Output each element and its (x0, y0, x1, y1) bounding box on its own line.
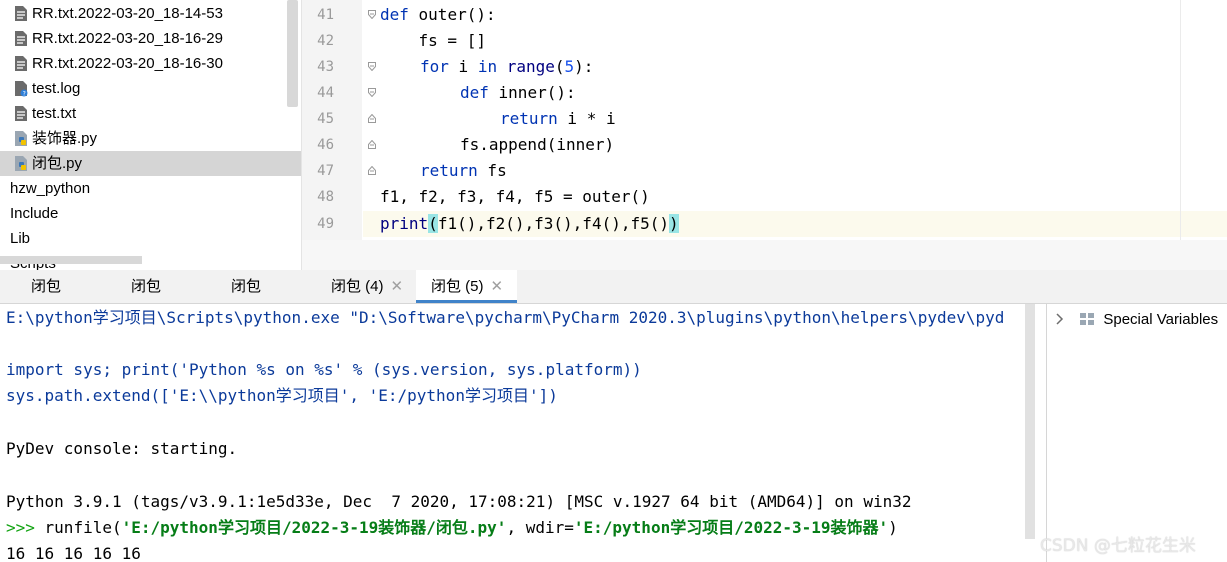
python-file-icon (15, 156, 27, 171)
tree-item-file-selected[interactable]: 闭包.py (0, 151, 301, 176)
matched-bracket: ( (428, 214, 438, 233)
matched-bracket: ) (669, 214, 679, 233)
variables-grid-icon (1080, 313, 1095, 325)
code-line[interactable]: fs = [] (380, 28, 486, 54)
tree-item-label: test.txt (32, 105, 77, 122)
tree-item-file[interactable]: RR.txt.2022-03-20_18-14-53 (0, 1, 301, 26)
tree-item-label: test.log (32, 80, 81, 97)
fold-close-icon[interactable] (368, 166, 376, 175)
tree-item-folder[interactable]: Include (0, 201, 301, 226)
chevron-right-icon[interactable] (1055, 313, 1065, 325)
tree-item-file[interactable]: RR.txt.2022-03-20_18-16-30 (0, 51, 301, 76)
variables-panel: Special Variables (1046, 304, 1227, 562)
tree-item-label: RR.txt.2022-03-20_18-16-30 (32, 55, 223, 72)
fold-open-icon[interactable] (368, 62, 376, 71)
line-number: 47 (317, 163, 334, 179)
tab-console-4[interactable]: 闭包 (4) ✕ (300, 270, 410, 303)
tree-item-file[interactable]: RR.txt.2022-03-20_18-16-29 (0, 26, 301, 51)
tree-item-label: RR.txt.2022-03-20_18-14-53 (32, 5, 223, 22)
fold-close-icon[interactable] (368, 140, 376, 149)
close-icon[interactable]: ✕ (491, 278, 504, 295)
watermark: CSDN @七粒花生米 (1040, 536, 1196, 556)
code-editor[interactable]: 41 42 43 44 45 46 47 48 49 def outer(): … (301, 0, 1227, 270)
console-line: PyDev console: starting. (6, 439, 238, 458)
log-file-icon: ? (15, 81, 28, 98)
text-file-icon (15, 6, 27, 21)
console-line: Python 3.9.1 (tags/v3.9.1:1e5d33e, Dec 7… (6, 492, 912, 511)
tree-item-folder[interactable]: Lib (0, 226, 301, 251)
tab-console-5-active[interactable]: 闭包 (5) ✕ (416, 270, 517, 303)
console-line: import sys; print('Python %s on %s' % (s… (6, 360, 642, 379)
tree-item-label: Lib (10, 230, 31, 247)
tree-item-folder[interactable]: hzw_python (0, 176, 301, 201)
close-icon[interactable]: ✕ (391, 278, 404, 295)
fold-close-icon[interactable] (368, 114, 376, 123)
code-line[interactable]: def outer(): (380, 2, 496, 28)
tree-horizontal-scrollbar[interactable] (0, 256, 142, 264)
fold-open-icon[interactable] (368, 10, 376, 19)
line-number: 48 (317, 189, 334, 205)
code-line[interactable]: fs.append(inner) (460, 132, 614, 158)
code-line-current[interactable]: print(f1(),f2(),f3(),f4(),f5()) (380, 211, 679, 237)
code-line[interactable]: def inner(): (460, 80, 576, 106)
text-file-icon (15, 31, 27, 46)
text-file-icon (15, 56, 27, 71)
python-file-icon (15, 131, 27, 146)
tree-item-label: 闭包.py (32, 155, 83, 172)
line-number: 46 (317, 137, 334, 153)
console-input-line[interactable]: >>> runfile('E:/python学习项目/2022-3-19装饰器/… (6, 515, 898, 541)
python-console[interactable]: E:\python学习项目\Scripts\python.exe "D:\Sof… (0, 304, 1035, 562)
tree-item-file[interactable]: test.txt (0, 101, 301, 126)
code-line[interactable]: for i in range(5): (420, 54, 593, 80)
code-line[interactable]: return i * i (500, 106, 616, 132)
editor-empty-area (302, 240, 1227, 270)
tab-label: 闭包 (4) (331, 278, 384, 295)
console-prompt: >>> (6, 518, 35, 537)
tree-item-label: RR.txt.2022-03-20_18-16-29 (32, 30, 223, 47)
svg-text:?: ? (23, 91, 26, 98)
code-line[interactable]: return fs (420, 158, 507, 184)
console-line: E:\python学习项目\Scripts\python.exe "D:\Sof… (6, 308, 1005, 327)
tree-item-file[interactable]: 装饰器.py (0, 126, 301, 151)
tab-console-3[interactable]: 闭包 (3)✕ (200, 270, 303, 329)
line-number: 49 (317, 216, 334, 232)
console-scrollbar[interactable] (1025, 304, 1035, 539)
tree-vertical-scrollbar[interactable] (287, 0, 298, 107)
line-number: 44 (317, 85, 334, 101)
tab-label: 闭包 (5) (431, 278, 484, 295)
text-file-icon (15, 106, 27, 121)
tree-item-label: Include (10, 205, 59, 222)
tree-item-file[interactable]: ? test.log (0, 76, 301, 101)
right-margin-guide (1180, 0, 1181, 240)
variables-label: Special Variables (1103, 311, 1219, 328)
line-number: 42 (317, 33, 334, 49)
line-number: 41 (317, 7, 334, 23)
tab-console-1[interactable]: 闭包 (1)✕ (0, 270, 102, 329)
tab-console-2[interactable]: 闭包 (2)✕ (100, 270, 203, 329)
console-tab-bar: 闭包 (1)✕ 闭包 (2)✕ 闭包 (3)✕ 闭包 (4) ✕ 闭包 (5) ✕ (0, 270, 1227, 329)
tree-item-label: 装饰器.py (32, 130, 98, 147)
special-variables-node[interactable]: Special Variables (1055, 309, 1218, 331)
tree-item-label: hzw_python (10, 180, 91, 197)
line-number: 45 (317, 111, 334, 127)
console-output: 16 16 16 16 16 (6, 544, 141, 562)
console-line: sys.path.extend(['E:\\python学习项目', 'E:/p… (6, 386, 558, 405)
line-number: 43 (317, 59, 334, 75)
project-tree: RR.txt.2022-03-20_18-14-53 RR.txt.2022-0… (0, 0, 301, 270)
code-line[interactable]: f1, f2, f3, f4, f5 = outer() (380, 184, 650, 210)
fold-open-icon[interactable] (368, 88, 376, 97)
